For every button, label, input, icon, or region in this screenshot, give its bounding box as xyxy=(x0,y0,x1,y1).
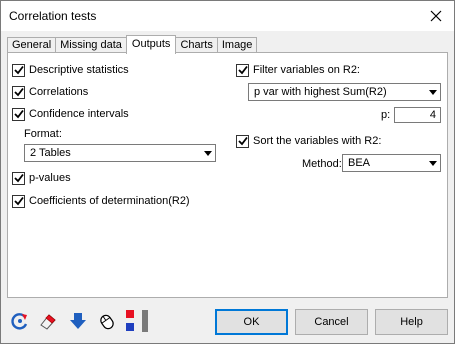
filter-variables-option[interactable]: Filter variables on R2: xyxy=(236,63,360,77)
filter-variables-label: Filter variables on R2: xyxy=(253,64,360,76)
coefficients-option[interactable]: Coefficients of determination(R2) xyxy=(12,194,190,208)
download-arrow-icon xyxy=(70,313,86,329)
confidence-intervals-option[interactable]: Confidence intervals xyxy=(12,107,129,121)
confidence-intervals-label: Confidence intervals xyxy=(29,108,129,120)
p-input[interactable]: 4 xyxy=(394,107,441,123)
p-label: p: xyxy=(381,109,391,121)
tab-general[interactable]: General xyxy=(7,37,57,53)
format-label: Format: xyxy=(24,128,62,140)
p-values-checkbox[interactable] xyxy=(12,171,25,185)
close-button[interactable] xyxy=(424,5,448,27)
checkmark-icon xyxy=(13,173,24,183)
ok-button[interactable]: OK xyxy=(215,309,288,335)
reset-icon xyxy=(11,313,28,330)
checkmark-icon xyxy=(13,109,24,119)
correlations-option[interactable]: Correlations xyxy=(12,85,88,99)
checkmark-icon xyxy=(237,65,248,75)
checkmark-icon xyxy=(237,136,248,146)
color-toggle-icon xyxy=(126,310,148,332)
outputs-panel: Descriptive statistics Correlations Conf… xyxy=(7,52,448,298)
chevron-down-icon xyxy=(426,155,440,171)
p-values-option[interactable]: p-values xyxy=(12,171,71,185)
checkmark-icon xyxy=(13,87,24,97)
color-toggle-button[interactable] xyxy=(124,309,152,333)
descriptive-statistics-label: Descriptive statistics xyxy=(29,64,129,76)
descriptive-statistics-checkbox[interactable] xyxy=(12,63,25,77)
mouse-button[interactable] xyxy=(96,309,118,333)
window-title: Correlation tests xyxy=(9,9,97,23)
format-select[interactable]: 2 Tables xyxy=(24,144,216,162)
format-select-value: 2 Tables xyxy=(30,147,71,159)
sort-variables-label: Sort the variables with R2: xyxy=(253,135,382,147)
filter-method-select[interactable]: p var with highest Sum(R2) xyxy=(248,83,441,101)
sort-variables-checkbox[interactable] xyxy=(236,134,249,148)
method-select[interactable]: BEA xyxy=(342,154,441,172)
correlations-checkbox[interactable] xyxy=(12,85,25,99)
reset-button[interactable] xyxy=(9,309,31,333)
coefficients-checkbox[interactable] xyxy=(12,194,25,208)
descriptive-statistics-option[interactable]: Descriptive statistics xyxy=(12,63,129,77)
title-bar: Correlation tests xyxy=(1,1,454,31)
chevron-down-icon xyxy=(426,84,440,100)
checkmark-icon xyxy=(13,65,24,75)
filter-variables-checkbox[interactable] xyxy=(236,63,249,77)
tab-outputs[interactable]: Outputs xyxy=(125,35,177,54)
mouse-icon xyxy=(100,314,114,330)
filter-method-value: p var with highest Sum(R2) xyxy=(254,86,387,98)
confidence-intervals-checkbox[interactable] xyxy=(12,107,25,121)
clear-button[interactable] xyxy=(37,309,59,333)
eraser-icon xyxy=(40,314,56,330)
checkmark-icon xyxy=(13,196,24,206)
tab-missing-data[interactable]: Missing data xyxy=(55,37,127,53)
help-button[interactable]: Help xyxy=(375,309,448,335)
tab-strip: General Missing data Outputs Charts Imag… xyxy=(7,35,258,54)
p-values-label: p-values xyxy=(29,172,71,184)
method-select-value: BEA xyxy=(348,157,371,169)
cancel-button[interactable]: Cancel xyxy=(295,309,368,335)
chevron-down-icon xyxy=(201,145,215,161)
tab-image[interactable]: Image xyxy=(216,37,258,53)
sort-variables-option[interactable]: Sort the variables with R2: xyxy=(236,134,381,148)
close-icon xyxy=(430,10,442,22)
method-label: Method: xyxy=(302,158,342,170)
tab-charts[interactable]: Charts xyxy=(175,37,218,53)
dialog-window: Correlation tests General Missing data O… xyxy=(0,0,455,344)
coefficients-label: Coefficients of determination(R2) xyxy=(29,195,190,207)
correlations-label: Correlations xyxy=(29,86,89,98)
move-down-button[interactable] xyxy=(67,309,89,333)
